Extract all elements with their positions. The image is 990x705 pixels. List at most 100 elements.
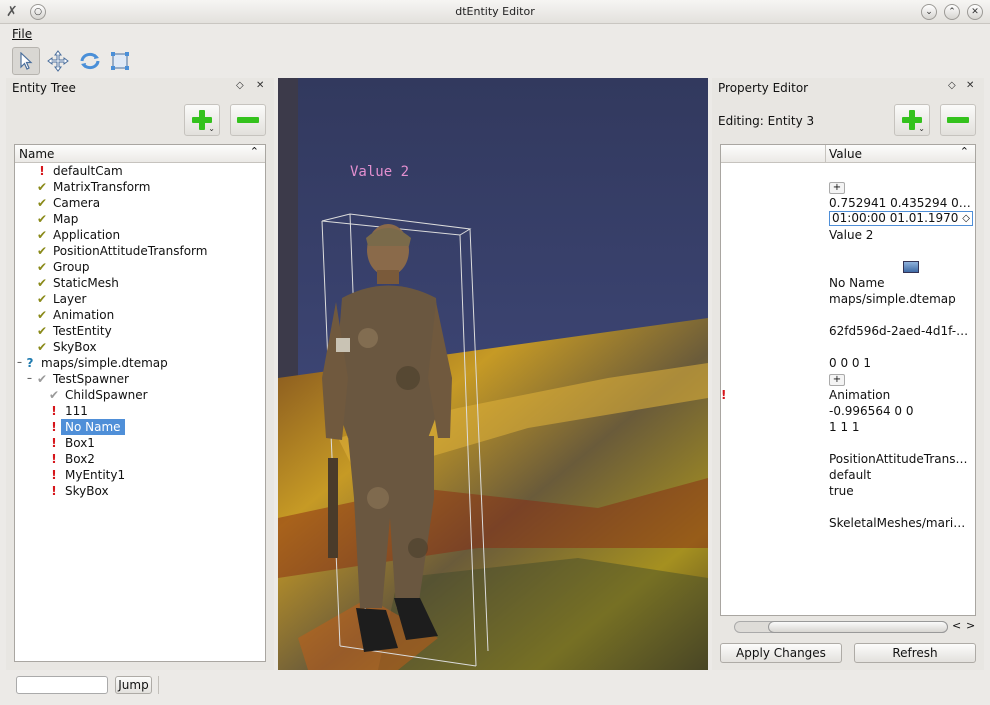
tree-item[interactable]: ! 111 xyxy=(15,403,265,419)
remove-component-button[interactable] xyxy=(940,104,976,136)
dock-close-icon[interactable]: ✕ xyxy=(256,80,264,91)
datetime-editor[interactable]: 01:00:00 01.01.1970 ◇ xyxy=(829,211,973,226)
property-list[interactable]: Value ⌃ TestEntityArrayTest+Color0.75294… xyxy=(720,144,976,616)
menu-file[interactable]: File xyxy=(12,27,32,41)
tree-item[interactable]: ✔ MatrixTransform xyxy=(15,179,265,195)
collapse-icon[interactable]: – xyxy=(17,355,22,371)
property-value[interactable]: SkeletalMeshes/marine... xyxy=(829,515,971,531)
property-row[interactable]: DateTime01:00:00 01.01.1970◇ xyxy=(721,211,975,227)
property-value[interactable]: default xyxy=(829,467,971,483)
dock-close-icon[interactable]: ✕ xyxy=(966,80,974,91)
scroll-thumb[interactable] xyxy=(768,621,948,633)
property-row[interactable]: EnumValue 2 xyxy=(721,227,975,243)
refresh-button[interactable]: Refresh xyxy=(854,643,976,663)
tree-item[interactable]: ✔ Application xyxy=(15,227,265,243)
scale-tool-icon[interactable] xyxy=(106,47,134,75)
property-value[interactable]: 1 1 1 xyxy=(829,419,971,435)
map-thumbnail-icon[interactable] xyxy=(903,261,919,273)
property-row[interactable]: EntityNameNo Name xyxy=(721,275,975,291)
property-row[interactable]: ArrayTest+ xyxy=(721,179,975,195)
jump-input[interactable] xyxy=(16,676,108,694)
tree-column-header[interactable]: Name ⌃ xyxy=(15,145,265,163)
entity-tree-list[interactable]: Name ⌃ ! defaultCam ✔ MatrixTransform ✔ Camer… xyxy=(14,144,266,662)
tree-item-label: Box1 xyxy=(65,436,95,450)
property-value[interactable]: 0 0 0 1 xyxy=(829,355,971,371)
tree-item[interactable]: ✔ SkyBox xyxy=(15,339,265,355)
remove-entity-button[interactable] xyxy=(230,104,266,136)
property-row[interactable]: Path xyxy=(721,243,975,259)
minimize-icon[interactable]: ⌄ xyxy=(921,4,937,20)
property-column-header[interactable]: Value ⌃ xyxy=(721,145,975,163)
tree-item[interactable]: ✔ Map xyxy=(15,211,265,227)
apply-changes-button[interactable]: Apply Changes xyxy=(720,643,842,663)
property-row[interactable]: UniqueId62fd596d-2aed-4d1f-91... xyxy=(721,323,975,339)
float-icon[interactable]: ◇ xyxy=(948,80,956,91)
property-row[interactable]: Visibletrue xyxy=(721,483,975,499)
float-icon[interactable]: ◇ xyxy=(236,80,244,91)
tree-item-label: Group xyxy=(53,260,90,274)
scroll-left-icon[interactable]: < xyxy=(952,619,961,632)
collapse-icon[interactable]: – xyxy=(27,371,32,387)
check-icon: ✔ xyxy=(36,228,48,242)
tree-item[interactable]: ! Box2 xyxy=(15,451,265,467)
maximize-icon[interactable]: ⌃ xyxy=(944,4,960,20)
add-component-button[interactable]: ⌄ xyxy=(894,104,930,136)
tree-item[interactable]: ! MyEntity1 xyxy=(15,467,265,483)
tree-item[interactable]: ! defaultCam xyxy=(15,163,265,179)
property-row[interactable]: MapNamemaps/simple.dtemap xyxy=(721,291,975,307)
tree-item[interactable]: ! SkyBox xyxy=(15,483,265,499)
tree-item[interactable]: – ✔ TestSpawner xyxy=(15,371,265,387)
horizontal-scrollbar[interactable]: < > xyxy=(720,619,976,635)
property-row[interactable]: TestEntity xyxy=(721,163,975,179)
property-row[interactable]: Color0.752941 0.435294 0.6... xyxy=(721,195,975,211)
tree-item[interactable]: ✔ Group xyxy=(15,259,265,275)
add-element-button[interactable]: + xyxy=(829,373,845,386)
property-row[interactable]: Position-0.996564 0 0 xyxy=(721,403,975,419)
tree-item[interactable]: ✔ Layer xyxy=(15,291,265,307)
tree-item[interactable]: ✔ StaticMesh xyxy=(15,275,265,291)
viewport[interactable]: Value 2 xyxy=(278,78,708,670)
scroll-right-icon[interactable]: > xyxy=(966,619,975,632)
viewport-scene xyxy=(278,78,708,670)
property-row[interactable]: Attitude0 0 0 1 xyxy=(721,355,975,371)
add-entity-button[interactable]: ⌄ xyxy=(184,104,220,136)
property-value[interactable]: 0.752941 0.435294 0.6... xyxy=(829,195,971,211)
spin-icon[interactable]: ◇ xyxy=(962,212,970,225)
tree-item-label: MyEntity1 xyxy=(65,468,126,482)
add-element-button[interactable]: + xyxy=(829,181,845,194)
tree-item[interactable]: ✔ TestEntity xyxy=(15,323,265,339)
property-value[interactable]: Animation xyxy=(829,387,971,403)
property-row[interactable]: Layer xyxy=(721,435,975,451)
property-value[interactable]: maps/simple.dtemap xyxy=(829,291,971,307)
tree-item[interactable]: –? maps/simple.dtemap xyxy=(15,355,265,371)
property-row[interactable]: Layerdefault xyxy=(721,467,975,483)
tree-item[interactable]: ✔ PositionAttitudeTransform xyxy=(15,243,265,259)
property-value[interactable]: 62fd596d-2aed-4d1f-91... xyxy=(829,323,971,339)
tree-item[interactable]: ✔ Camera xyxy=(15,195,265,211)
move-tool-icon[interactable] xyxy=(44,47,72,75)
select-tool-icon[interactable] xyxy=(12,47,40,75)
property-row[interactable]: AttachedCompo...PositionAttitudeTransfor… xyxy=(721,451,975,467)
property-value[interactable]: No Name xyxy=(829,275,971,291)
error-icon: ! xyxy=(51,484,57,498)
property-row[interactable]: SpawnerName xyxy=(721,307,975,323)
property-value[interactable]: PositionAttitudeTransform xyxy=(829,451,971,467)
property-row[interactable]: 000000Animation! xyxy=(721,387,975,403)
property-row[interactable]: Map xyxy=(721,259,975,275)
chevron-down-icon: ⌄ xyxy=(918,124,925,133)
property-value[interactable]: Value 2 xyxy=(829,227,971,243)
property-row[interactable]: MeshSkeletalMeshes/marine... xyxy=(721,515,975,531)
property-value[interactable]: -0.996564 0 0 xyxy=(829,403,971,419)
tree-item[interactable]: ✔ Animation xyxy=(15,307,265,323)
tree-item[interactable]: ✔ ChildSpawner xyxy=(15,387,265,403)
property-row[interactable]: Scale1 1 1 xyxy=(721,419,975,435)
property-value[interactable]: true xyxy=(829,483,971,499)
tree-item[interactable]: ! No Name xyxy=(15,419,265,435)
property-row[interactable]: Children+ xyxy=(721,371,975,387)
rotate-tool-icon[interactable] xyxy=(76,47,104,75)
jump-button[interactable]: Jump xyxy=(115,676,152,694)
property-row[interactable]: Animation xyxy=(721,499,975,515)
tree-item[interactable]: ! Box1 xyxy=(15,435,265,451)
close-icon[interactable]: ✕ xyxy=(967,4,983,20)
property-row[interactable]: PositionAttitudeTr... xyxy=(721,339,975,355)
